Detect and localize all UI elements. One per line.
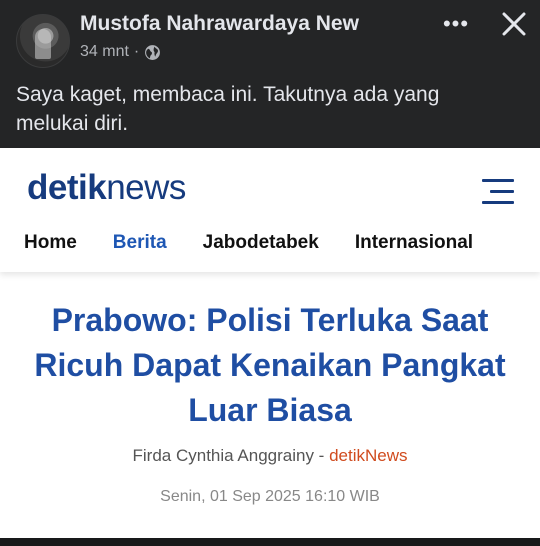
hamburger-bar: [482, 179, 514, 182]
globe-icon[interactable]: [144, 44, 161, 61]
hamburger-bar: [482, 201, 514, 204]
more-icon[interactable]: •••: [440, 10, 472, 38]
logo-detik: detik: [27, 168, 107, 207]
nav-tabs: Home Berita Jabodetabek Internasional: [24, 232, 509, 254]
hamburger-icon[interactable]: [482, 179, 514, 205]
article-headline: Prabowo: Polisi Terluka Saat Ricuh Dapat…: [34, 302, 506, 428]
post-header: Mustofa Nahrawardaya New 34 mnt · ••• Sa…: [0, 0, 540, 148]
article-byline: Firda Cynthia Anggrainy - detikNews: [0, 446, 540, 466]
detik-logo[interactable]: detiknews: [27, 168, 186, 208]
close-icon[interactable]: [498, 8, 530, 40]
byline-separator: -: [313, 446, 330, 465]
meta-separator: ·: [133, 43, 140, 60]
avatar[interactable]: [16, 14, 70, 68]
post-caption: Saya kaget, membaca ini. Takutnya ada ya…: [16, 83, 440, 135]
hamburger-bar: [490, 190, 514, 193]
tab-home[interactable]: Home: [24, 232, 77, 254]
shared-article-image[interactable]: detiknews Home Berita Jabodetabek Intern…: [0, 148, 540, 538]
tab-internasional[interactable]: Internasional: [355, 232, 473, 254]
post-author[interactable]: Mustofa Nahrawardaya New: [80, 12, 359, 36]
post-time[interactable]: 34 mnt: [80, 43, 129, 61]
article-date: Senin, 01 Sep 2025 16:10 WIB: [160, 488, 380, 505]
avatar-figure: [35, 29, 51, 59]
tab-berita[interactable]: Berita: [113, 232, 167, 254]
post-meta: 34 mnt ·: [80, 43, 161, 61]
tab-jabodetabek[interactable]: Jabodetabek: [203, 232, 319, 254]
article-source: detikNews: [329, 446, 408, 465]
article-author: Firda Cynthia Anggrainy: [132, 446, 314, 465]
site-navbar: detiknews Home Berita Jabodetabek Intern…: [0, 148, 540, 272]
logo-news: news: [106, 168, 186, 207]
bottom-divider: [0, 538, 540, 546]
